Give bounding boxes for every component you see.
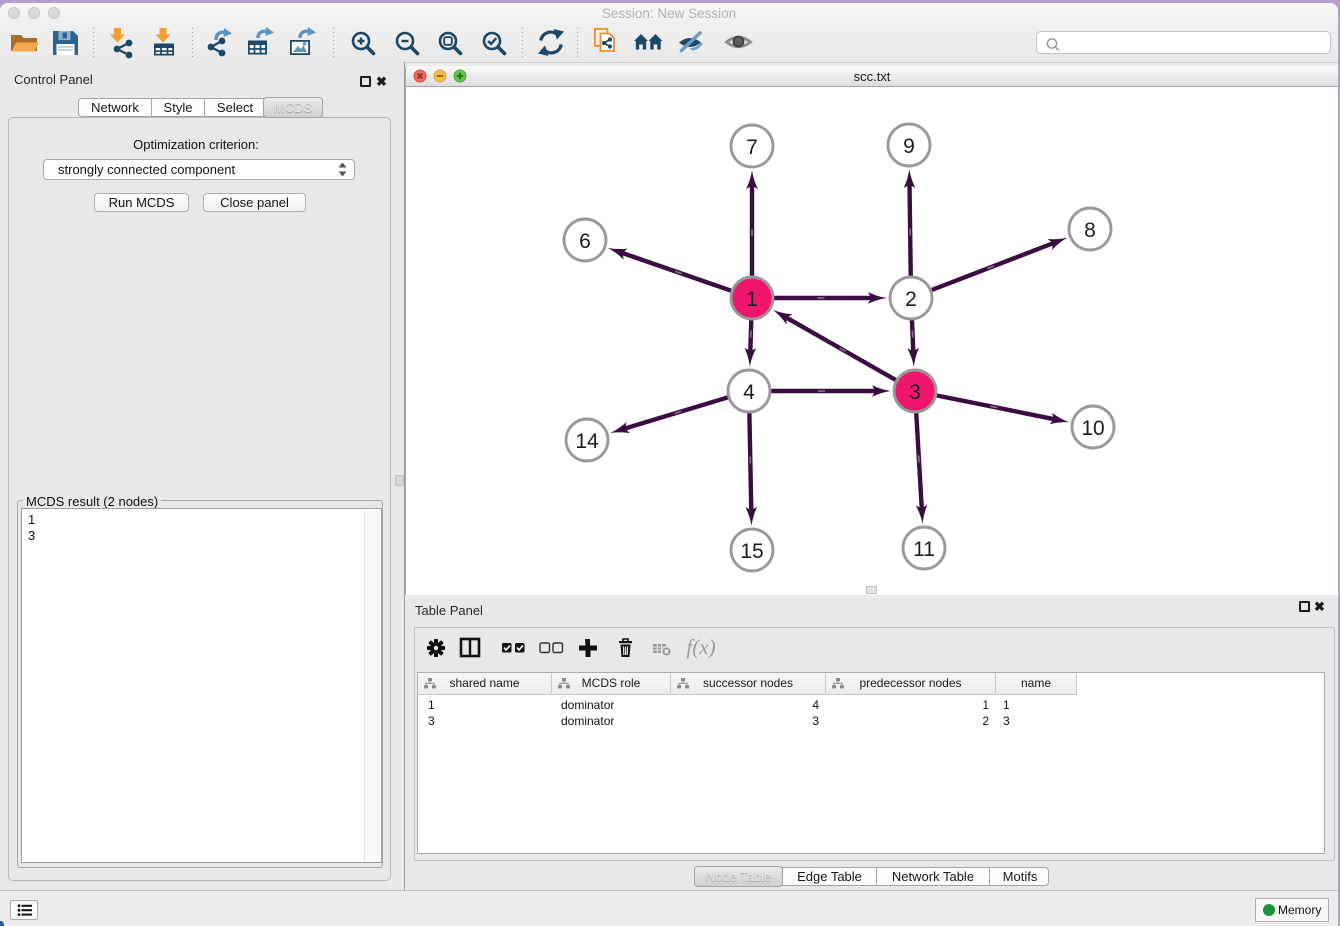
svg-text:9: 9: [903, 135, 915, 158]
svg-text:2: 2: [905, 288, 917, 311]
svg-text:6: 6: [579, 230, 591, 253]
svg-text:3: 3: [909, 381, 921, 404]
svg-text:14: 14: [575, 430, 599, 453]
svg-text:1: 1: [746, 288, 758, 311]
svg-text:11: 11: [913, 538, 935, 561]
svg-text:8: 8: [1084, 219, 1096, 242]
svg-text:4: 4: [743, 381, 755, 404]
svg-text:f(x): f(x): [686, 635, 715, 659]
svg-text:10: 10: [1081, 417, 1104, 440]
svg-text:7: 7: [746, 136, 758, 159]
svg-text:15: 15: [740, 540, 763, 563]
